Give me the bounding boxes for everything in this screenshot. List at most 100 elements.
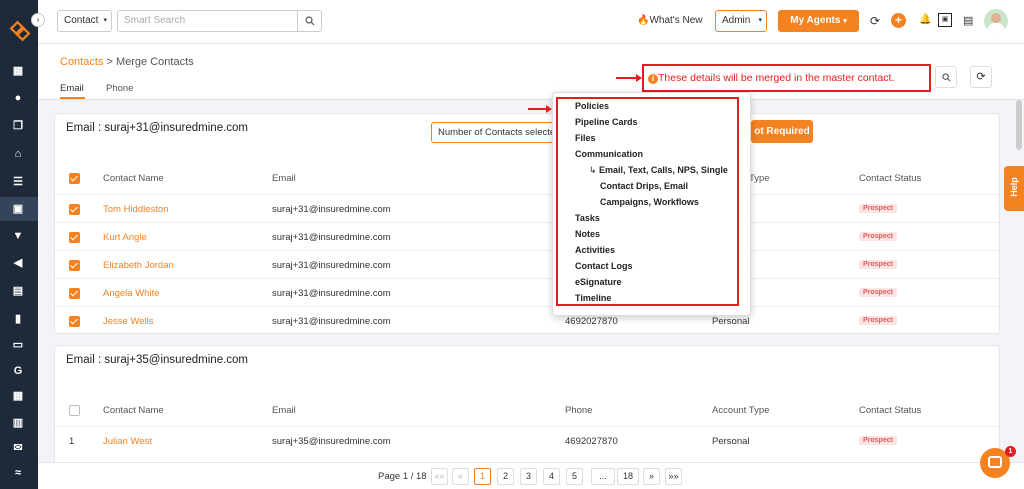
row-checkbox[interactable] — [69, 288, 80, 299]
scrollbar-thumb[interactable] — [1016, 100, 1022, 150]
whats-new-label: What's New — [649, 15, 703, 26]
refresh-icon[interactable]: ⟳ — [870, 14, 880, 28]
module-select[interactable]: Contact ▾ — [57, 10, 112, 32]
row-checkbox[interactable] — [69, 260, 80, 271]
help-tab[interactable]: Help — [1004, 166, 1024, 211]
breadcrumb-contacts-link[interactable]: Contacts — [60, 56, 103, 68]
contact-name-link[interactable]: Kurt Angle — [103, 232, 147, 243]
report-icon[interactable]: ▤ — [11, 284, 25, 298]
mail-icon[interactable]: ✉ — [11, 441, 25, 455]
insuredmine-logo[interactable] — [9, 20, 31, 42]
chat-icon — [988, 456, 1002, 468]
last-page-button[interactable]: »» — [665, 468, 682, 485]
add-icon[interactable]: + — [891, 13, 906, 28]
table-row[interactable]: Jesse Wells suraj+31@insuredmine.com 469… — [55, 306, 999, 333]
calculator-icon[interactable]: ▤ — [963, 14, 973, 27]
page-button[interactable]: 2 — [497, 468, 514, 485]
not-required-button[interactable]: ot Required — [751, 120, 813, 143]
contact-count-select[interactable]: Number of Contacts selecte — [431, 122, 561, 143]
row-checkbox[interactable] — [69, 204, 80, 215]
merge-group-card-2: Email : suraj+35@insuredmine.com Contact… — [54, 345, 1000, 462]
avatar[interactable] — [984, 9, 1008, 33]
book-icon[interactable]: ▥ — [11, 416, 25, 430]
analytics-icon[interactable]: ▮ — [11, 312, 25, 326]
status-badge: Prospect — [859, 232, 897, 241]
contacts-icon[interactable]: ▣ — [11, 202, 25, 216]
page-button[interactable]: 4 — [543, 468, 560, 485]
calendar-icon[interactable]: ▦ — [11, 389, 25, 403]
page-button[interactable]: 5 — [566, 468, 583, 485]
documents-icon[interactable]: ❐ — [11, 119, 25, 133]
column-header[interactable]: Account Type — [712, 405, 769, 416]
bank-icon[interactable]: ⌂ — [11, 147, 25, 161]
table-row[interactable]: Tom Hiddleston suraj+31@insuredmine.com … — [55, 194, 999, 222]
smart-search-input[interactable]: Smart Search — [117, 10, 298, 32]
folder-icon[interactable]: ▭ — [11, 338, 25, 352]
fire-icon: 🔥 — [637, 15, 650, 26]
header-search-button[interactable] — [935, 66, 957, 88]
contact-name-link[interactable]: Tom Hiddleston — [103, 204, 168, 215]
dashboard-icon[interactable]: ▦ — [11, 64, 25, 78]
tab-email-label: Email — [60, 83, 84, 94]
account-type: Personal — [712, 436, 750, 447]
row-index: 1 — [69, 436, 75, 447]
popover-arrow-annotation — [528, 108, 548, 110]
page-button[interactable]: 1 — [474, 468, 491, 485]
prev-page-button[interactable]: « — [452, 468, 469, 485]
tab-phone[interactable]: Phone — [106, 83, 133, 94]
first-page-button[interactable]: «« — [431, 468, 448, 485]
column-header[interactable]: Contact Name — [103, 173, 164, 184]
select-all-checkbox[interactable] — [69, 173, 80, 184]
row-checkbox[interactable] — [69, 316, 80, 327]
column-header[interactable]: Email — [272, 405, 296, 416]
column-header[interactable]: Contact Status — [859, 173, 921, 184]
column-header[interactable]: Contact Status — [859, 405, 921, 416]
my-agents-button[interactable]: My Agents ▾ — [778, 10, 859, 32]
page-ellipsis: ... — [591, 468, 615, 485]
users-icon[interactable]: ● — [11, 91, 25, 105]
chat-notification-badge: 1 — [1005, 446, 1016, 457]
integration-icon[interactable]: ≈ — [11, 466, 25, 480]
refresh-icon: ⟳ — [976, 71, 986, 83]
column-header-partial[interactable]: Type — [749, 173, 770, 184]
next-page-button[interactable]: » — [643, 468, 660, 485]
top-bar: Contact ▾ Smart Search 🔥What's New Admin… — [38, 0, 1024, 44]
chip-icon[interactable]: ▣ — [938, 13, 952, 27]
table-row[interactable]: 1 Julian West suraj+35@insuredmine.com 4… — [55, 426, 999, 454]
page-button[interactable]: 18 — [617, 468, 639, 485]
column-header[interactable]: Contact Name — [103, 405, 164, 416]
column-header[interactable]: Email — [272, 173, 296, 184]
row-checkbox[interactable] — [69, 232, 80, 243]
megaphone-icon[interactable]: ◀ — [11, 256, 25, 270]
google-icon[interactable]: G — [11, 364, 25, 378]
funnel-icon[interactable]: ▼ — [11, 229, 25, 243]
table-row[interactable]: Kurt Angle suraj+31@insuredmine.com Pros… — [55, 222, 999, 250]
help-label: Help — [1009, 177, 1019, 197]
list-icon[interactable]: ☰ — [11, 175, 25, 189]
chevron-right-icon[interactable]: › — [31, 13, 45, 27]
contact-name-link[interactable]: Elizabeth Jordan — [103, 260, 174, 271]
table-row[interactable]: Elizabeth Jordan suraj+31@insuredmine.co… — [55, 250, 999, 278]
page-button[interactable]: 3 — [520, 468, 537, 485]
search-button[interactable] — [297, 10, 322, 32]
tab-email[interactable]: Email — [60, 83, 85, 99]
contact-name-link[interactable]: Jesse Wells — [103, 316, 154, 327]
arrow-head — [546, 105, 552, 113]
smart-search-placeholder: Smart Search — [124, 15, 186, 26]
role-select[interactable]: Admin ▾ — [715, 10, 767, 32]
contact-email: suraj+31@insuredmine.com — [272, 316, 391, 327]
not-required-label: ot Required — [754, 126, 810, 137]
status-badge: Prospect — [859, 260, 897, 269]
header-refresh-button[interactable]: ⟳ — [970, 66, 992, 88]
pagination-bar: Page 1 / 18 «« « 1 2 3 4 5 ... 18 » »» — [38, 462, 1024, 489]
contact-name-link[interactable]: Angela White — [103, 288, 160, 299]
column-header[interactable]: Phone — [565, 405, 592, 416]
select-all-checkbox[interactable] — [69, 405, 80, 416]
merge-group-card-1: Email : suraj+31@insuredmine.com Number … — [54, 113, 1000, 334]
page-indicator: Page 1 / 18 — [378, 471, 427, 482]
contact-name-link[interactable]: Julian West — [103, 436, 152, 447]
table-row[interactable]: Angela White suraj+31@insuredmine.com Pr… — [55, 278, 999, 306]
whats-new-link[interactable]: 🔥What's New — [637, 15, 703, 26]
chevron-down-icon: ▾ — [103, 17, 107, 24]
bell-icon[interactable]: 🔔 — [919, 14, 931, 25]
